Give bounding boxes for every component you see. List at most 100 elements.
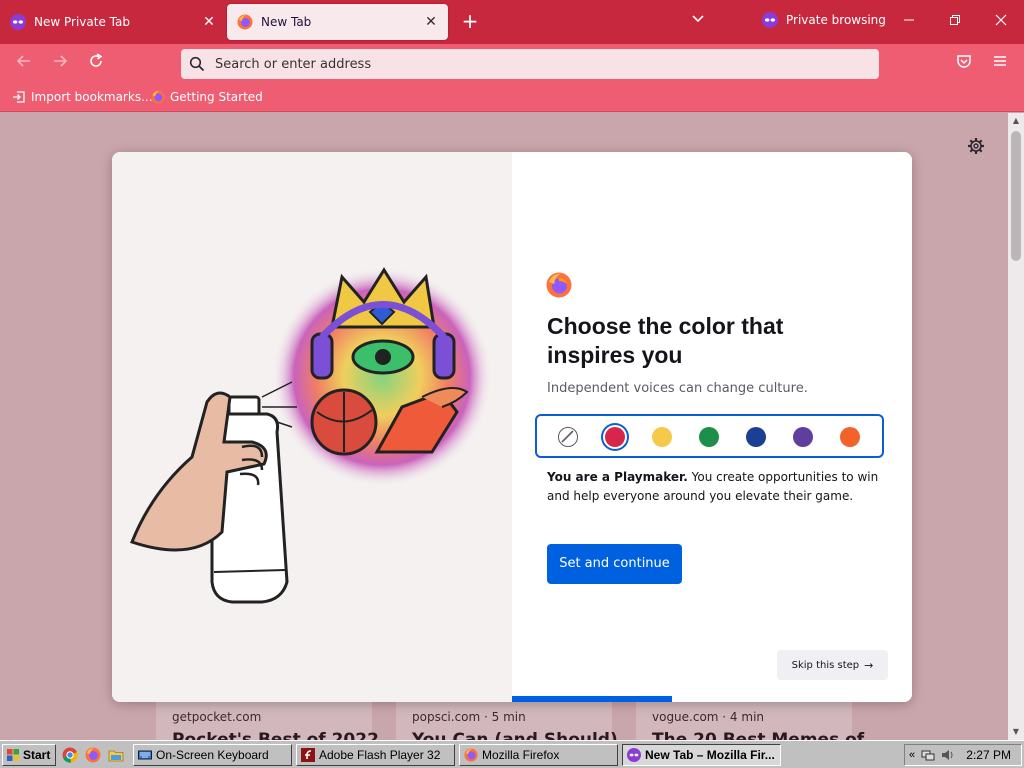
flash-player-icon [301,748,315,762]
address-bar-placeholder: Search or enter address [215,56,372,72]
navigation-toolbar: Search or enter address [0,44,1024,84]
tab-new-private-tab[interactable]: New Private Tab ✕ [0,4,226,40]
import-icon [13,91,25,103]
story-source: vogue.com · 4 min [652,710,765,724]
firefox-logo-icon [546,272,572,298]
back-arrow-icon [16,55,30,67]
private-mask-icon [627,748,641,762]
search-icon [189,56,205,72]
tab-label: New Private Tab [34,15,130,29]
app-menu-button[interactable] [988,52,1012,76]
firefox-icon [464,748,478,762]
restore-icon [950,15,960,25]
start-button[interactable]: Start [2,744,56,766]
reload-button[interactable] [84,52,108,76]
taskbar-button-label: Mozilla Firefox [482,748,560,762]
colorway-content-panel: Choose the color that inspires you Indep… [512,152,912,702]
folder-icon[interactable] [108,747,124,763]
colorway-description: You are a Playmaker. You create opportun… [547,468,892,506]
restore-button[interactable] [941,8,969,36]
color-swatch-yellow[interactable] [652,427,672,447]
close-tab-icon[interactable]: ✕ [422,13,440,31]
minimize-icon [904,19,914,21]
dialog-subtitle: Independent voices can change culture. [547,381,808,396]
bookmark-label: Getting Started [170,90,263,104]
chevron-down-icon [692,15,704,23]
firefox-icon[interactable] [85,747,101,763]
taskbar-button-label: Adobe Flash Player 32 [319,748,441,762]
color-swatch-none[interactable] [558,427,578,447]
color-swatch-purple[interactable] [793,427,813,447]
gear-icon[interactable] [965,135,987,157]
story-title: Pocket's Best of 2022 [172,730,379,740]
colorway-illustration-panel [112,152,512,702]
tab-label: New Tab [261,15,312,29]
private-browsing-indicator: Private browsing [762,12,886,28]
forward-arrow-icon [54,55,68,67]
dialog-heading: Choose the color that inspires you [547,313,784,368]
firefox-icon [151,90,165,104]
color-swatch-group [535,414,884,458]
windows-taskbar: Start On-Screen Keyboard Adobe Flash Pla… [0,740,1024,768]
color-swatch-red[interactable] [605,427,625,447]
taskbar-button-label: New Tab – Mozilla Fir... [645,748,775,762]
story-source: popsci.com · 5 min [412,710,526,724]
volume-icon[interactable] [941,748,955,762]
bookmark-import[interactable]: Import bookmarks... [12,90,153,104]
keyboard-icon [138,750,152,760]
hamburger-menu-icon [994,56,1006,66]
bookmarks-toolbar: Import bookmarks... Getting Started [0,84,1024,112]
back-button[interactable] [12,52,36,76]
taskbar-button-on-screen-keyboard[interactable]: On-Screen Keyboard [133,744,292,766]
firefox-icon [237,14,253,30]
start-label: Start [23,748,51,762]
story-title: You Can (and Should) [412,730,618,740]
forward-button[interactable] [48,52,72,76]
scroll-down-icon[interactable]: ▼ [1008,724,1024,740]
clock: 2:27 PM [966,748,1011,762]
set-and-continue-button[interactable]: Set and continue [547,544,682,584]
taskbar-button-label: On-Screen Keyboard [156,748,269,762]
scroll-up-icon[interactable]: ▲ [1008,113,1024,129]
system-tray: « 2:27 PM [904,744,1022,766]
chrome-icon[interactable] [62,747,78,763]
no-color-icon [561,430,574,443]
tab-strip: New Private Tab ✕ New Tab ✕ + Private br… [0,0,1024,44]
colorway-name: You are a Playmaker. [547,470,688,484]
close-icon [995,14,1007,26]
tab-new-tab[interactable]: New Tab ✕ [227,4,448,40]
chevron-left-icon[interactable]: « [909,749,915,761]
close-tab-icon[interactable]: ✕ [200,13,218,31]
minimize-button[interactable] [895,8,923,36]
pocket-icon [957,55,971,68]
skip-this-step-button[interactable]: Skip this step → [777,650,888,680]
private-browsing-label: Private browsing [786,13,886,27]
onboarding-progress-bar [512,696,672,702]
new-tab-button[interactable]: + [458,10,482,34]
page-scrollbar[interactable]: ▲ ▼ [1008,113,1024,740]
arrow-right-icon: → [864,658,874,672]
taskbar-button-mozilla-firefox[interactable]: Mozilla Firefox [459,744,618,766]
network-icon[interactable] [921,748,935,762]
save-to-pocket-button[interactable] [952,52,976,76]
skip-label: Skip this step [791,659,860,671]
colorway-onboarding-dialog: Choose the color that inspires you Indep… [112,152,912,702]
color-swatch-green[interactable] [699,427,719,447]
list-all-tabs-button[interactable] [686,10,710,34]
windows-logo-icon [7,749,19,761]
story-source: getpocket.com [172,710,262,724]
taskbar-button-flash-player[interactable]: Adobe Flash Player 32 [296,744,455,766]
story-title: The 20 Best Memes of [652,730,865,740]
color-swatch-orange[interactable] [840,427,860,447]
spray-can-illustration [130,267,492,604]
bookmark-label: Import bookmarks... [31,90,153,104]
address-bar[interactable]: Search or enter address [181,49,879,79]
scrollbar-thumb[interactable] [1011,131,1021,261]
reload-icon [90,53,103,67]
private-mask-icon [10,14,26,30]
private-mask-icon [762,12,778,28]
close-window-button[interactable] [987,8,1015,36]
taskbar-button-new-tab-firefox[interactable]: New Tab – Mozilla Fir... [622,744,781,766]
bookmark-getting-started[interactable]: Getting Started [151,90,263,104]
color-swatch-blue[interactable] [746,427,766,447]
